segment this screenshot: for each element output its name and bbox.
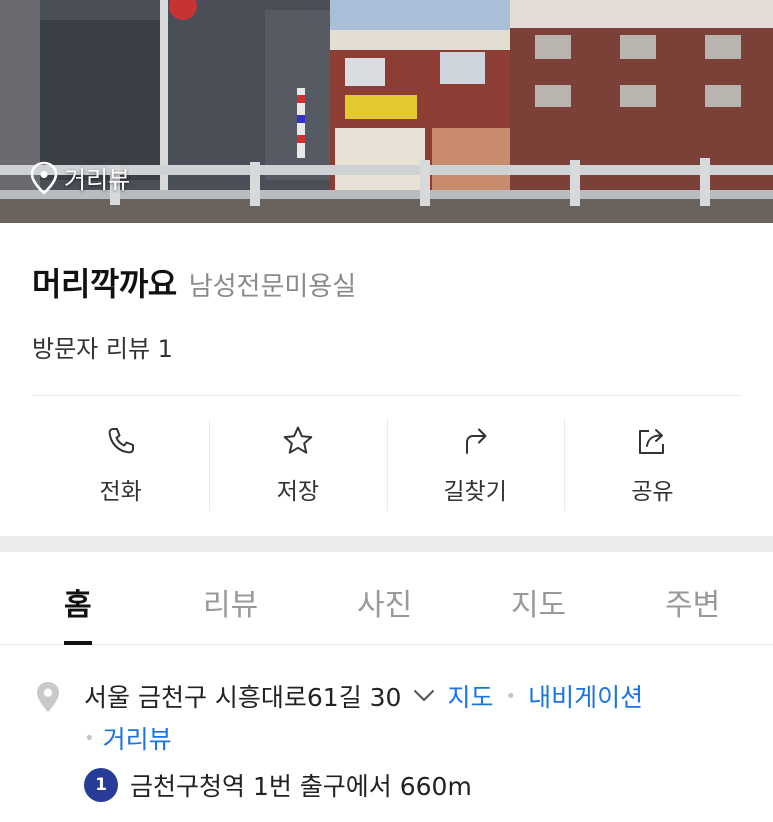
action-bar: 전화 저장 길찾기 공유 <box>32 419 741 511</box>
place-category: 남성전문미용실 <box>188 272 357 302</box>
directions-button[interactable]: 길찾기 <box>386 419 564 511</box>
active-tab-indicator <box>64 641 92 645</box>
address-line: 서울 금천구 시흥대로61길 30 지도 • 내비게이션 <box>84 678 643 714</box>
tab-reviews[interactable]: 리뷰 <box>203 580 258 624</box>
share-button[interactable]: 공유 <box>563 419 741 511</box>
address-line-2: • 거리뷰 <box>84 720 172 756</box>
address-text[interactable]: 서울 금천구 시흥대로61길 30 <box>84 678 401 714</box>
place-title-row: 머리깍까요 남성전문미용실 <box>32 259 356 305</box>
map-link[interactable]: 지도 <box>447 678 493 714</box>
navigation-link[interactable]: 내비게이션 <box>528 678 643 714</box>
call-button[interactable]: 전화 <box>32 419 209 511</box>
roadview-link[interactable]: 거리뷰 <box>103 720 172 756</box>
station-distance-text: 금천구청역 1번 출구에서 660m <box>130 772 472 801</box>
tab-map[interactable]: 지도 <box>511 580 566 624</box>
divider <box>32 395 741 396</box>
tab-photos[interactable]: 사진 <box>357 580 412 624</box>
call-label: 전화 <box>99 479 142 505</box>
nearest-station: 1 금천구청역 1번 출구에서 660m <box>84 767 472 803</box>
roadview-badge[interactable]: 거리뷰 <box>30 160 130 195</box>
phone-icon <box>108 428 134 454</box>
tab-bar: 홈 리뷰 사진 지도 주변 <box>0 552 773 645</box>
share-icon <box>639 429 665 454</box>
star-icon <box>283 426 313 454</box>
share-label: 공유 <box>631 479 674 505</box>
chevron-down-icon[interactable] <box>413 689 435 703</box>
place-name: 머리깍까요 <box>32 265 177 303</box>
save-label: 저장 <box>276 479 320 505</box>
subway-line-1-badge: 1 <box>84 768 118 802</box>
directions-icon <box>466 428 487 454</box>
separator-dot: • <box>84 727 95 749</box>
roadview-label: 거리뷰 <box>64 166 131 194</box>
visitor-review-count[interactable]: 방문자 리뷰 1 <box>32 329 173 364</box>
tab-home[interactable]: 홈 <box>64 580 92 624</box>
location-pin-icon <box>30 161 58 195</box>
directions-label: 길찾기 <box>443 479 507 505</box>
street-view-photo[interactable]: 거리뷰 <box>0 0 773 223</box>
section-separator <box>0 536 773 552</box>
address-pin-icon <box>37 682 59 712</box>
save-button[interactable]: 저장 <box>209 419 386 511</box>
tab-nearby[interactable]: 주변 <box>665 580 720 624</box>
separator-dot: • <box>505 685 517 707</box>
